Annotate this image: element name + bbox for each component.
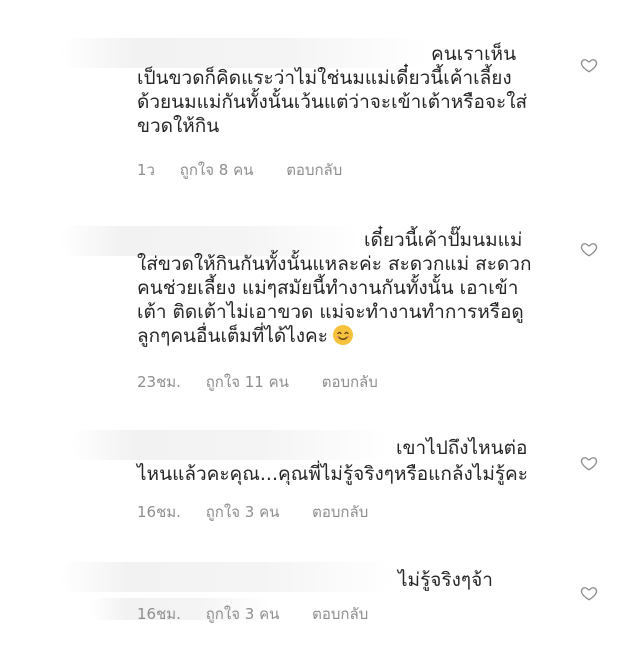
- reply-button[interactable]: ตอบกลับ: [312, 502, 368, 522]
- redacted-avatar-username: [70, 430, 390, 460]
- comment-text: ไหนแล้วคะคุณ...คุณพี่ไม่รู้จริงๆหรือแกล้…: [137, 463, 528, 485]
- smiling-face-emoji: [332, 324, 354, 346]
- heart-outline-icon[interactable]: [580, 454, 598, 472]
- comment-timestamp: 16ชม.: [137, 503, 181, 521]
- reply-button[interactable]: ตอบกลับ: [312, 604, 368, 624]
- reply-button[interactable]: ตอบกลับ: [322, 372, 378, 392]
- comment-meta: 16ชม. ถูกใจ 3 คน ตอบกลับ: [137, 502, 368, 522]
- heart-outline-icon[interactable]: [580, 56, 598, 74]
- comment-like-count[interactable]: ถูกใจ 3 คน: [206, 604, 280, 624]
- heart-outline-icon[interactable]: [580, 584, 598, 602]
- comment-meta: 23ชม. ถูกใจ 11 คน ตอบกลับ: [137, 372, 378, 392]
- comment-username[interactable]: เขาไปถึงไหนต่อ: [396, 436, 527, 460]
- comment-timestamp: 1ว: [137, 161, 155, 179]
- comment-timestamp: 23ชม.: [137, 373, 181, 391]
- comment-text: เป็นขวดก็คิดแระว่าไม่ใช่นมแม่เดี๋ยวนี้เค…: [137, 67, 528, 137]
- comment-username[interactable]: ไม่รู้จริงๆจ้า: [398, 568, 493, 592]
- comment-like-count[interactable]: ถูกใจ 8 คน: [180, 160, 254, 180]
- redacted-avatar-username: [60, 562, 395, 592]
- redacted-avatar-username: [60, 38, 430, 68]
- heart-outline-icon[interactable]: [580, 240, 598, 258]
- comment-text: ใส่ขวดให้กินกันทั้งนั้นแหละค่ะ สะดวกแม่ …: [137, 252, 557, 348]
- comment-like-count[interactable]: ถูกใจ 3 คน: [206, 502, 280, 522]
- comment-username[interactable]: เดี๋ยวนี้เค้าปั๊มนมแม่: [364, 228, 522, 252]
- reply-button[interactable]: ตอบกลับ: [286, 160, 342, 180]
- comment-timestamp: 16ชม.: [137, 605, 181, 623]
- comment-meta: 1ว ถูกใจ 8 คน ตอบกลับ: [137, 160, 342, 180]
- comment-meta: 16ชม. ถูกใจ 3 คน ตอบกลับ: [137, 604, 368, 624]
- comment-username[interactable]: คนเราเห็น: [431, 42, 516, 66]
- comment-like-count[interactable]: ถูกใจ 11 คน: [206, 372, 289, 392]
